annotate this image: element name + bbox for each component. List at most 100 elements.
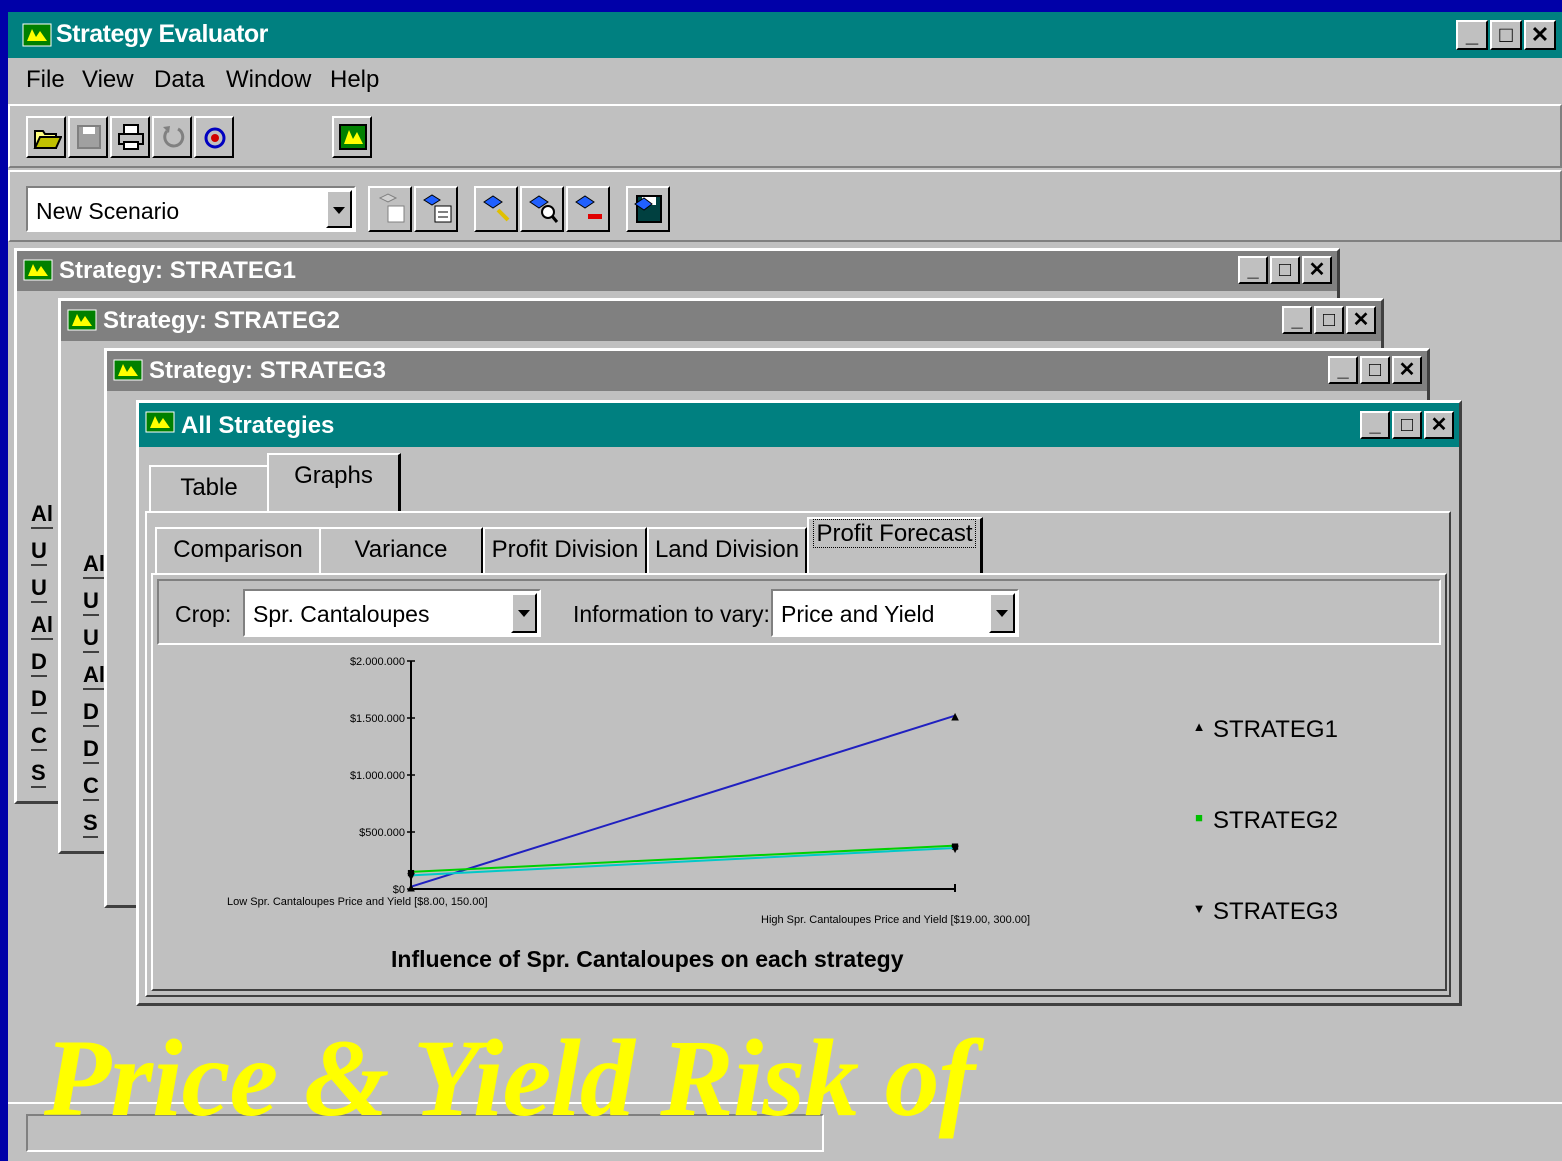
scenario-edit-button[interactable] — [474, 186, 518, 232]
y-tick-label: $1.000.000 — [350, 770, 405, 782]
crop-select-value: Spr. Cantaloupes — [253, 601, 430, 627]
chevron-down-icon[interactable] — [989, 593, 1015, 633]
y-tick-label: $0 — [393, 884, 405, 896]
data-point-marker: ▼ — [949, 841, 962, 856]
toolbar-main — [8, 104, 1562, 168]
app-title-bar[interactable]: Strategy Evaluator _ □ ✕ — [8, 12, 1562, 58]
maximize-button[interactable]: □ — [1314, 306, 1344, 334]
scenario-select-value: New Scenario — [36, 198, 180, 224]
scenario-copy-icon — [423, 194, 452, 223]
maximize-button[interactable]: □ — [1392, 411, 1422, 439]
disk-icon — [77, 125, 101, 149]
folder-open-icon — [33, 130, 62, 149]
vary-label: Information to vary: — [573, 601, 770, 627]
chevron-down-icon[interactable] — [511, 593, 537, 633]
overlay-caption: Price & Yield Risk of — [44, 1017, 975, 1139]
window-all-strategies-title: All Strategies — [181, 412, 335, 439]
menu-file[interactable]: File — [26, 66, 65, 94]
refresh-button[interactable] — [194, 116, 234, 158]
magnifier-icon — [529, 195, 559, 223]
legend-label: STRATEG1 — [1213, 716, 1338, 743]
vary-select-value: Price and Yield — [781, 601, 935, 627]
window-strateg2-titlebar[interactable]: Strategy: STRATEG2 _ □ ✕ — [61, 301, 1381, 341]
partial-row-label: D — [31, 649, 47, 677]
close-button[interactable]: ✕ — [1424, 411, 1454, 439]
window-all-strategies[interactable]: All Strategies _ □ ✕ Table Graphs Comparis… — [136, 400, 1462, 1006]
tab-graphs[interactable]: Graphs — [267, 453, 401, 513]
legend-marker: ▲ — [1193, 719, 1206, 734]
partial-row-label: D — [83, 699, 99, 727]
minimize-button[interactable]: _ — [1456, 20, 1488, 50]
maximize-button[interactable]: □ — [1490, 20, 1522, 50]
tab-profit-forecast[interactable]: Profit Forecast — [807, 517, 983, 575]
minimize-button[interactable]: _ — [1360, 411, 1390, 439]
menu-view[interactable]: View — [82, 66, 134, 94]
partial-row-label: Al — [31, 501, 53, 529]
print-button[interactable] — [110, 116, 150, 158]
x-tick-label-high: High Spr. Cantaloupes Price and Yield [$… — [761, 914, 1030, 926]
legend-label: STRATEG2 — [1213, 807, 1338, 834]
app-window: Strategy Evaluator _ □ ✕ File View Data … — [8, 12, 1562, 1161]
menu-help[interactable]: Help — [330, 66, 379, 94]
undo-button[interactable] — [152, 116, 192, 158]
scenario-new-button[interactable] — [368, 186, 412, 232]
partial-row-label: S — [31, 760, 46, 788]
app-icon — [23, 259, 53, 281]
partial-row-label: U — [83, 588, 99, 616]
scenario-view-button[interactable] — [520, 186, 564, 232]
partial-row-label: U — [31, 575, 47, 603]
tab-table[interactable]: Table — [149, 465, 269, 511]
save-button[interactable] — [68, 116, 108, 158]
scenario-edit-icon — [483, 195, 510, 222]
partial-row-label: Al — [83, 551, 105, 579]
window-strateg1-title: Strategy: STRATEG1 — [59, 257, 296, 284]
scenario-new-icon — [378, 193, 405, 223]
app-launch-button[interactable] — [332, 116, 372, 158]
app-icon — [67, 309, 97, 331]
window-strateg3-titlebar[interactable]: Strategy: STRATEG3 _ □ ✕ — [107, 351, 1427, 391]
x-tick-label-low: Low Spr. Cantaloupes Price and Yield [$8… — [227, 896, 488, 908]
tab-comparison[interactable]: Comparison — [155, 527, 321, 573]
minimize-button[interactable]: _ — [1328, 356, 1358, 384]
scenario-select[interactable]: New Scenario — [26, 186, 356, 232]
legend-marker: ■ — [1195, 810, 1203, 825]
menu-window[interactable]: Window — [226, 66, 311, 94]
tab-profit-division[interactable]: Profit Division — [483, 527, 647, 573]
chevron-down-icon[interactable] — [326, 190, 352, 228]
minimize-button[interactable]: _ — [1282, 306, 1312, 334]
vary-select[interactable]: Price and Yield — [771, 589, 1019, 637]
tab-land-division[interactable]: Land Division — [647, 527, 807, 573]
scenario-copy-button[interactable] — [414, 186, 458, 232]
app-icon — [22, 23, 52, 47]
close-button[interactable]: ✕ — [1346, 306, 1376, 334]
y-tick-label: $500.000 — [359, 827, 405, 839]
chart-title: Influence of Spr. Cantaloupes on each st… — [391, 946, 904, 972]
y-tick-label: $1.500.000 — [350, 713, 405, 725]
chart-app-icon — [339, 124, 367, 150]
minimize-button[interactable]: _ — [1238, 256, 1268, 284]
window-strateg1-titlebar[interactable]: Strategy: STRATEG1 _ □ ✕ — [17, 251, 1337, 291]
app-icon — [145, 411, 175, 433]
partial-row-label: D — [83, 736, 99, 764]
printer-icon — [118, 124, 144, 150]
open-button[interactable] — [26, 116, 66, 158]
close-button[interactable]: ✕ — [1524, 20, 1556, 50]
maximize-button[interactable]: □ — [1270, 256, 1300, 284]
menu-data[interactable]: Data — [154, 66, 205, 94]
scenario-save-button[interactable] — [626, 186, 670, 232]
window-strateg3-title: Strategy: STRATEG3 — [149, 357, 386, 384]
partial-row-label: D — [31, 686, 47, 714]
partial-row-label: U — [83, 625, 99, 653]
data-point-marker: ▼ — [405, 868, 418, 883]
crop-select[interactable]: Spr. Cantaloupes — [243, 589, 541, 637]
partial-row-label: C — [83, 773, 99, 801]
close-button[interactable]: ✕ — [1302, 256, 1332, 284]
scenario-delete-button[interactable] — [566, 186, 610, 232]
window-all-strategies-titlebar[interactable]: All Strategies _ □ ✕ — [139, 403, 1459, 447]
tab-variance[interactable]: Variance — [319, 527, 483, 573]
undo-icon — [163, 126, 185, 148]
close-button[interactable]: ✕ — [1392, 356, 1422, 384]
window-strateg2-title: Strategy: STRATEG2 — [103, 307, 340, 334]
maximize-button[interactable]: □ — [1360, 356, 1390, 384]
partial-row-label: Al — [83, 662, 105, 690]
